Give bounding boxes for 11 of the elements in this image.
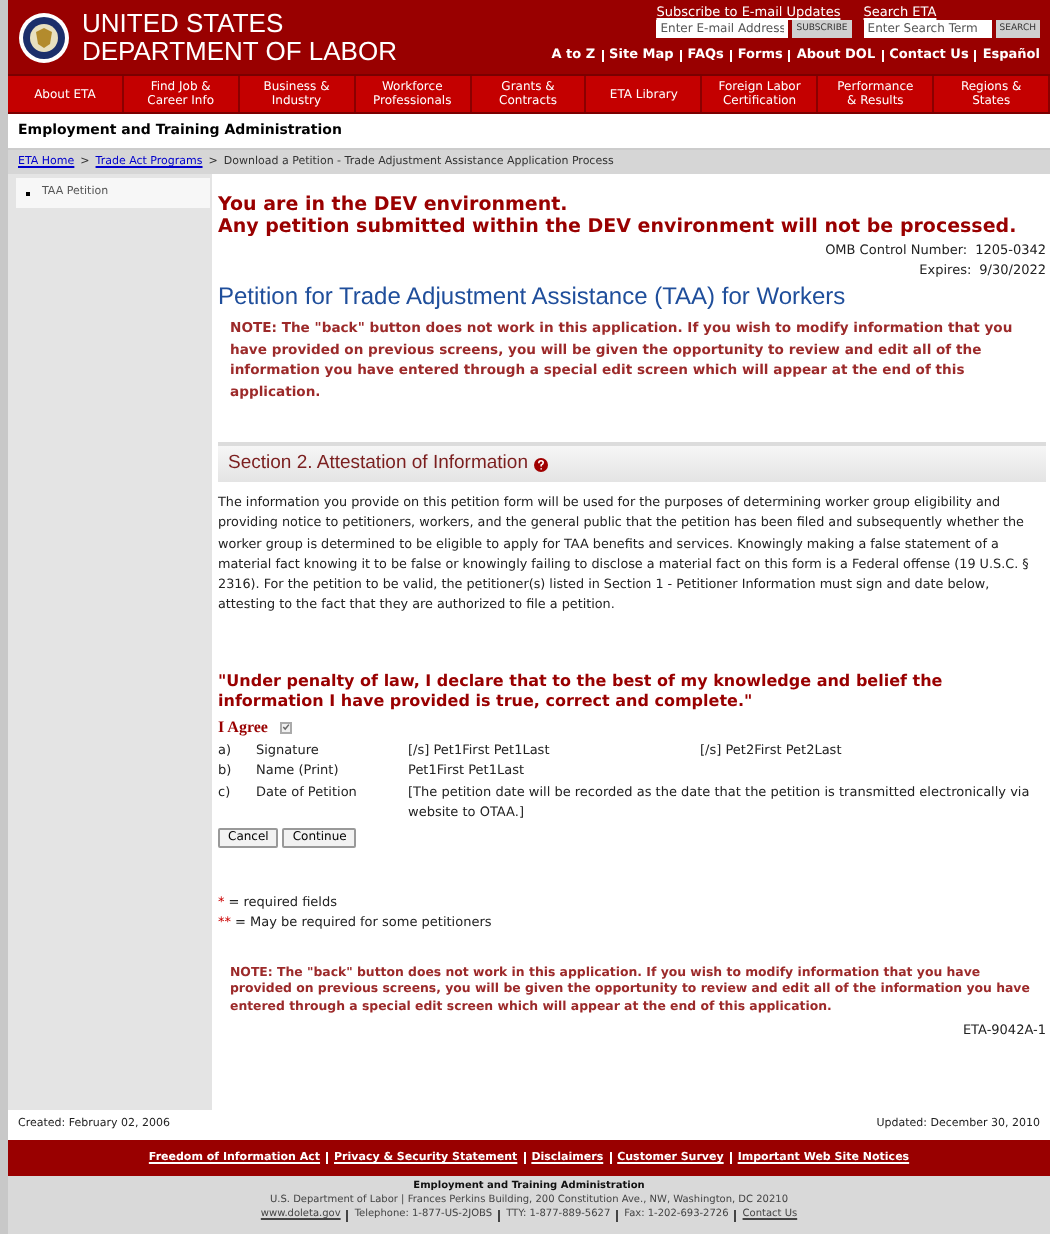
site-title: DEPARTMENT OF LABOR (82, 37, 397, 65)
agree-label: I Agree (218, 715, 268, 740)
declaration-text: "Under penalty of law, I declare that to the best of my knowledge and belief the information I have provided is true, correct and complete." (218, 671, 945, 712)
help-icon[interactable] (533, 457, 548, 471)
seal-icon (18, 11, 70, 63)
site-title: UNITED STATES (82, 9, 286, 37)
dev-notice: Any petition submitted within the DEV environment will not be processed. (218, 216, 1019, 238)
page-title: Petition for Trade Adjustment Assistance (TAA) for Workers (218, 280, 848, 312)
section-title: Section 2. Attestation of Information (228, 449, 528, 478)
dev-notice: You are in the DEV environment. (218, 194, 570, 216)
agree-checkbox[interactable] (279, 721, 292, 734)
